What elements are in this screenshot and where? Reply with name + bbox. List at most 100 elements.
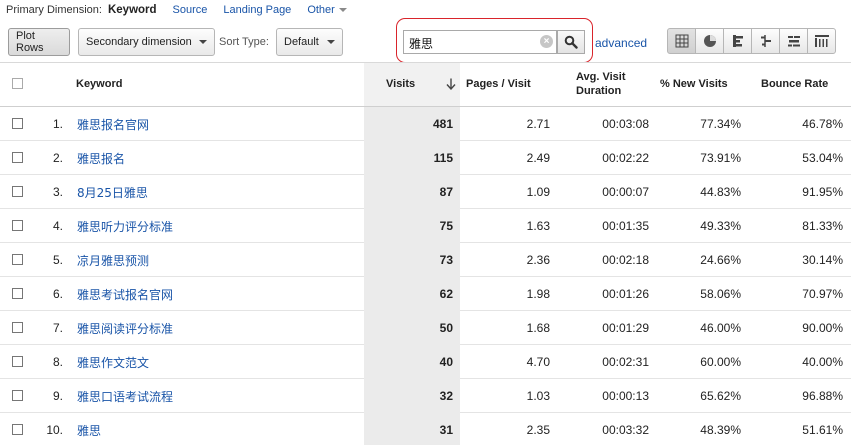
new-visits-value: 77.34% [700,117,741,131]
sort-descending-icon[interactable] [446,78,456,90]
view-pie-button[interactable] [695,28,724,54]
visits-value: 73 [439,253,453,267]
dimension-keyword[interactable]: Keyword [108,4,157,16]
view-table-button[interactable] [667,28,696,54]
avg-duration-value: 00:02:22 [602,151,649,165]
row-index: 7. [52,321,63,335]
table-row: 2. 雅思报名 115 2.49 00:02:22 73.91% 53.04% [0,141,851,175]
dimension-landing-page-link[interactable]: Landing Page [223,4,291,16]
row-index: 1. [52,117,63,131]
new-visits-value: 73.91% [700,151,741,165]
header-avg-visit-duration[interactable]: Avg. Visit Duration [576,70,636,98]
advanced-filter-link[interactable]: advanced [595,36,647,50]
pages-per-visit-value: 2.36 [526,253,550,267]
row-checkbox[interactable] [12,424,23,435]
visits-value: 115 [433,151,453,165]
table-row: 4. 雅思听力评分标准 75 1.63 00:01:35 49.33% 81.3… [0,209,851,243]
secondary-dimension-dropdown[interactable]: Secondary dimension [78,28,215,56]
keyword-link[interactable]: 雅思考试报名官网 [77,286,173,303]
header-visits[interactable]: Visits [386,78,415,90]
sort-type-value: Default [284,36,319,48]
keyword-link[interactable]: 雅思报名 [77,150,125,167]
keyword-link[interactable]: 雅思报名官网 [77,116,149,133]
visits-value: 75 [439,219,453,233]
table-row: 1. 雅思报名官网 481 2.71 00:03:08 77.34% 46.78… [0,107,851,141]
avg-duration-value: 00:00:13 [602,389,649,403]
row-checkbox[interactable] [12,118,23,129]
table-header: Keyword Visits Pages / Visit Avg. Visit … [0,63,851,107]
pages-per-visit-value: 2.71 [526,117,550,131]
table-toolbar: Plot Rows Secondary dimension Sort Type:… [0,18,851,63]
pie-chart-icon [703,35,716,47]
pages-per-visit-value: 1.68 [526,321,550,335]
sort-type-dropdown[interactable]: Default [276,28,343,56]
bounce-rate-value: 91.95% [802,185,843,199]
chevron-down-icon [199,40,207,44]
row-index: 10. [46,423,63,437]
new-visits-value: 60.00% [700,355,741,369]
visits-value: 50 [439,321,453,335]
visits-value: 31 [439,423,453,437]
view-term-cloud-button[interactable] [779,28,808,54]
bounce-rate-value: 30.14% [802,253,843,267]
avg-duration-value: 00:02:31 [602,355,649,369]
row-checkbox[interactable] [12,254,23,265]
pivot-icon [814,35,829,47]
dimension-other-dropdown[interactable]: Other [307,4,347,16]
avg-duration-value: 00:02:18 [602,253,649,267]
view-comparison-button[interactable] [751,28,780,54]
row-index: 3. [52,185,63,199]
sort-type-label: Sort Type: [219,36,269,48]
keyword-link[interactable]: 雅思 [77,422,101,439]
row-index: 2. [52,151,63,165]
dimension-source-link[interactable]: Source [173,4,208,16]
row-checkbox[interactable] [12,322,23,333]
row-checkbox[interactable] [12,152,23,163]
view-pivot-button[interactable] [807,28,836,54]
new-visits-value: 65.62% [700,389,741,403]
header-new-visits[interactable]: % New Visits [660,78,728,90]
header-pages-per-visit[interactable]: Pages / Visit [466,78,531,90]
bounce-rate-value: 70.97% [802,287,843,301]
bounce-rate-value: 81.33% [802,219,843,233]
keyword-link[interactable]: 8月25日雅思 [77,184,148,201]
keyword-link[interactable]: 雅思阅读评分标准 [77,320,173,337]
clear-search-icon[interactable]: × [540,35,553,48]
table-row: 7. 雅思阅读评分标准 50 1.68 00:01:29 46.00% 90.0… [0,311,851,345]
row-checkbox[interactable] [12,356,23,367]
avg-duration-value: 00:01:35 [602,219,649,233]
chevron-down-icon [338,8,347,12]
pages-per-visit-value: 1.63 [526,219,550,233]
row-checkbox[interactable] [12,220,23,231]
plot-rows-button[interactable]: Plot Rows [8,28,70,56]
table-row: 5. 凉月雅思预测 73 2.36 00:02:18 24.66% 30.14% [0,243,851,277]
primary-dimension-bar: Primary Dimension: Keyword Source Landin… [0,0,851,20]
table-row: 9. 雅思口语考试流程 32 1.03 00:00:13 65.62% 96.8… [0,379,851,413]
search-input[interactable] [403,30,557,54]
performance-bars-icon [732,35,743,47]
row-checkbox[interactable] [12,390,23,401]
pages-per-visit-value: 2.35 [526,423,550,437]
comparison-icon [760,35,771,47]
header-keyword[interactable]: Keyword [76,78,122,90]
keyword-link[interactable]: 雅思作文范文 [77,354,149,371]
select-all-checkbox[interactable] [12,78,23,89]
dimension-other-label: Other [307,4,335,16]
new-visits-value: 48.39% [700,423,741,437]
row-checkbox[interactable] [12,288,23,299]
visits-value: 481 [432,117,453,131]
row-checkbox[interactable] [12,186,23,197]
keyword-link[interactable]: 雅思听力评分标准 [77,218,173,235]
secondary-dimension-label: Secondary dimension [86,36,192,48]
avg-duration-value: 00:01:26 [602,287,649,301]
search-button[interactable] [557,30,585,54]
keyword-link[interactable]: 凉月雅思预测 [77,252,149,269]
term-cloud-icon [787,36,800,47]
table-row: 3. 8月25日雅思 87 1.09 00:00:07 44.83% 91.95… [0,175,851,209]
header-bounce-rate[interactable]: Bounce Rate [761,78,828,90]
bounce-rate-value: 46.78% [802,117,843,131]
keyword-link[interactable]: 雅思口语考试流程 [77,388,173,405]
view-performance-button[interactable] [723,28,752,54]
row-index: 6. [52,287,63,301]
row-index: 9. [52,389,63,403]
